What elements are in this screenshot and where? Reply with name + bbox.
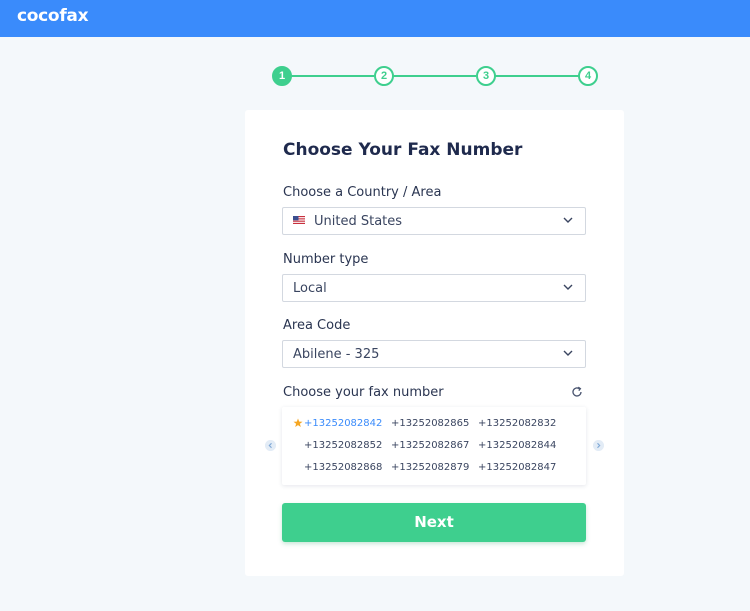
next-page-arrow[interactable] bbox=[593, 440, 604, 451]
number-type-label: Number type bbox=[283, 252, 369, 267]
step-1: 1 bbox=[272, 66, 292, 86]
fax-number-label: Choose your fax number bbox=[283, 385, 444, 400]
fax-number-option[interactable]: +13252082865 bbox=[391, 418, 469, 429]
chevron-down-icon bbox=[563, 350, 573, 356]
country-value: United States bbox=[314, 214, 403, 229]
country-select[interactable]: United States bbox=[282, 207, 586, 235]
step-connector bbox=[494, 75, 580, 77]
refresh-icon[interactable] bbox=[571, 386, 583, 398]
number-type-value: Local bbox=[293, 281, 327, 296]
fax-number-option[interactable]: +13252082832 bbox=[478, 418, 556, 429]
area-code-value: Abilene - 325 bbox=[293, 347, 380, 362]
page-title: Choose Your Fax Number bbox=[283, 140, 523, 160]
chevron-down-icon bbox=[563, 217, 573, 223]
area-code-label: Area Code bbox=[283, 318, 351, 333]
number-type-select[interactable]: Local bbox=[282, 274, 586, 302]
fax-number-option[interactable]: +13252082879 bbox=[391, 462, 469, 473]
fax-number-grid: +13252082842 +13252082865 +13252082832 +… bbox=[282, 407, 586, 485]
country-label: Choose a Country / Area bbox=[283, 185, 442, 200]
step-connector bbox=[392, 75, 476, 77]
area-code-select[interactable]: Abilene - 325 bbox=[282, 340, 586, 368]
fax-number-option[interactable]: +13252082842 bbox=[304, 418, 382, 429]
prev-page-button[interactable] bbox=[265, 440, 276, 451]
progress-stepper: 1 2 3 4 bbox=[272, 66, 598, 86]
fax-number-option[interactable]: +13252082852 bbox=[304, 440, 382, 451]
step-connector bbox=[290, 75, 374, 77]
fax-number-option[interactable]: +13252082867 bbox=[391, 440, 469, 451]
fax-number-option[interactable]: +13252082847 bbox=[478, 462, 556, 473]
step-3: 3 bbox=[476, 66, 496, 86]
cocofax-logo[interactable]: cocofax bbox=[17, 6, 89, 26]
top-bar: cocofax bbox=[0, 0, 750, 37]
star-icon bbox=[293, 418, 303, 427]
chevron-down-icon bbox=[563, 284, 573, 290]
step-2: 2 bbox=[374, 66, 394, 86]
fax-number-option[interactable]: +13252082868 bbox=[304, 462, 382, 473]
fax-number-option[interactable]: +13252082844 bbox=[478, 440, 556, 451]
next-button[interactable]: Next bbox=[282, 503, 586, 542]
step-4: 4 bbox=[578, 66, 598, 86]
choose-fax-number-card: Choose Your Fax Number Choose a Country … bbox=[245, 110, 624, 576]
us-flag-icon bbox=[293, 216, 305, 224]
